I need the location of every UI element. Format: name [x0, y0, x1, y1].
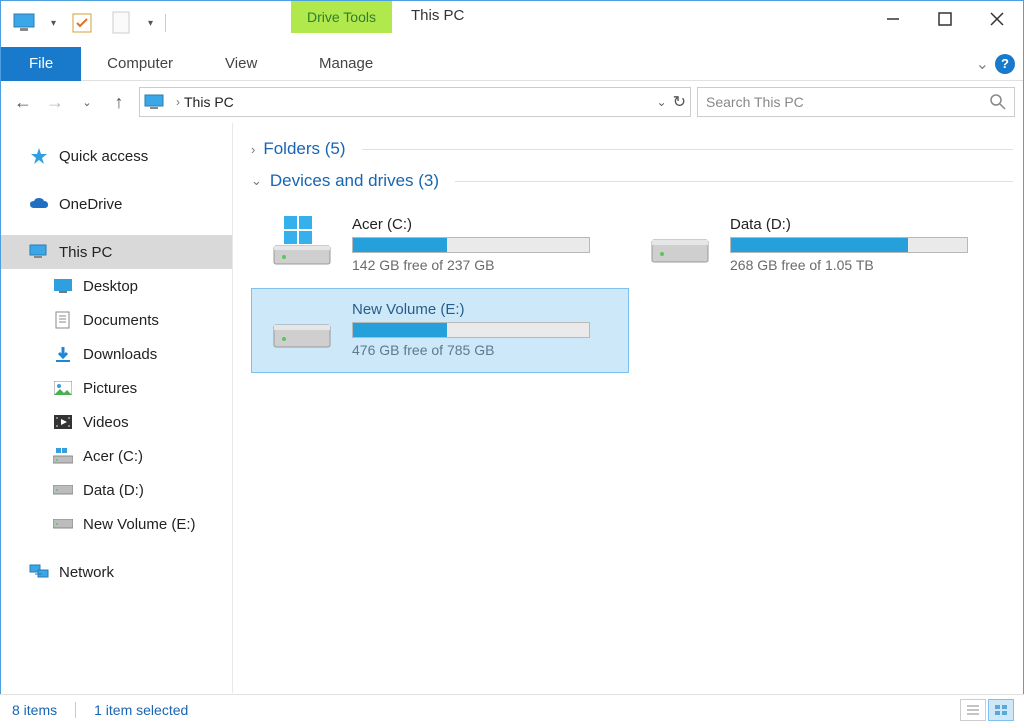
title-bar: ▾ ▾ Drive Tools This PC: [1, 1, 1023, 47]
tab-manage[interactable]: Manage: [291, 47, 401, 81]
section-devices[interactable]: ⌄ Devices and drives (3): [251, 171, 1013, 191]
tree-new-volume-e[interactable]: New Volume (E:): [1, 507, 232, 541]
close-button[interactable]: [971, 1, 1023, 37]
drive-item-e[interactable]: New Volume (E:) 476 GB free of 785 GB: [251, 288, 629, 373]
navigation-bar: ← → ⌄ ↑ › This PC ⌄ ↻ Search This PC: [1, 81, 1023, 123]
search-placeholder: Search This PC: [706, 94, 804, 110]
search-icon[interactable]: [990, 94, 1006, 110]
qat-blank-icon[interactable]: [104, 5, 140, 41]
view-large-icons-button[interactable]: [988, 699, 1014, 721]
window-title: This PC: [411, 7, 464, 24]
tree-network[interactable]: Network: [1, 555, 232, 589]
back-button[interactable]: ←: [9, 88, 37, 116]
tree-pictures[interactable]: Pictures: [1, 371, 232, 405]
qat-separator: [165, 14, 166, 32]
breadcrumb-this-pc[interactable]: This PC: [184, 94, 234, 110]
qat-customize-dropdown[interactable]: ▾: [144, 18, 157, 29]
tree-data-d[interactable]: Data (D:): [1, 473, 232, 507]
tree-videos[interactable]: Videos: [1, 405, 232, 439]
tree-quick-access[interactable]: Quick access: [1, 139, 232, 173]
drive-item-c[interactable]: Acer (C:) 142 GB free of 237 GB: [251, 203, 629, 288]
drive-free-text: 268 GB free of 1.05 TB: [730, 257, 992, 273]
main-body: Quick access OneDrive This PC Desktop Do…: [1, 123, 1023, 693]
os-drive-icon: [53, 447, 73, 465]
drive-name: Acer (C:): [352, 216, 614, 233]
navigation-pane: Quick access OneDrive This PC Desktop Do…: [1, 123, 233, 693]
monitor-icon: [29, 243, 49, 261]
tree-desktop[interactable]: Desktop: [1, 269, 232, 303]
chevron-right-icon: ›: [251, 142, 255, 157]
drive-name: Data (D:): [730, 216, 992, 233]
qat-properties-icon[interactable]: [64, 5, 100, 41]
tab-file[interactable]: File: [1, 47, 81, 81]
qat-monitor-icon[interactable]: [7, 5, 43, 41]
os-drive-large-icon: [270, 216, 334, 268]
address-dropdown-icon[interactable]: ⌄: [657, 95, 667, 109]
address-bar[interactable]: › This PC ⌄ ↻: [139, 87, 691, 117]
status-item-count: 8 items: [12, 702, 57, 718]
status-selection: 1 item selected: [94, 702, 188, 718]
view-details-button[interactable]: [960, 699, 986, 721]
drive-large-icon: [270, 301, 334, 353]
ribbon-collapse-chevron[interactable]: ⌄: [976, 54, 989, 74]
videos-icon: [53, 413, 73, 431]
drive-name: New Volume (E:): [352, 301, 614, 318]
drive-usage-bar: [352, 237, 590, 253]
content-pane: › Folders (5) ⌄ Devices and drives (3): [233, 123, 1023, 693]
desktop-icon: [53, 277, 73, 295]
drive-free-text: 476 GB free of 785 GB: [352, 342, 614, 358]
network-icon: [29, 563, 49, 581]
drive-large-icon: [648, 216, 712, 268]
window-controls: [867, 1, 1023, 37]
downloads-icon: [53, 345, 73, 363]
maximize-button[interactable]: [919, 1, 971, 37]
drive-free-text: 142 GB free of 237 GB: [352, 257, 614, 273]
drive-usage-bar: [730, 237, 968, 253]
status-bar: 8 items 1 item selected: [0, 694, 1024, 724]
contextual-tab-drive-tools: Drive Tools: [291, 1, 392, 33]
tree-acer-c[interactable]: Acer (C:): [1, 439, 232, 473]
chevron-down-icon: ⌄: [251, 173, 262, 189]
breadcrumb-separator[interactable]: ›: [176, 95, 180, 109]
ribbon-tabs: File Computer View Manage ⌄ ?: [1, 47, 1023, 81]
quick-access-toolbar: ▾ ▾: [1, 1, 176, 45]
up-button[interactable]: ↑: [105, 88, 133, 116]
drive-usage-bar: [352, 322, 590, 338]
minimize-button[interactable]: [867, 1, 919, 37]
drive-item-d[interactable]: Data (D:) 268 GB free of 1.05 TB: [629, 203, 1007, 288]
documents-icon: [53, 311, 73, 329]
tree-this-pc[interactable]: This PC: [1, 235, 232, 269]
this-pc-icon: [144, 94, 166, 110]
drive-icon: [53, 481, 73, 499]
tree-onedrive[interactable]: OneDrive: [1, 187, 232, 221]
drives-grid: Acer (C:) 142 GB free of 237 GB Data (D:…: [251, 203, 1013, 373]
search-box[interactable]: Search This PC: [697, 87, 1015, 117]
refresh-button[interactable]: ↻: [673, 92, 686, 112]
cloud-icon: [29, 195, 49, 213]
section-folders[interactable]: › Folders (5): [251, 139, 1013, 159]
star-icon: [29, 147, 49, 165]
drive-icon: [53, 515, 73, 533]
pictures-icon: [53, 379, 73, 397]
tab-view[interactable]: View: [199, 47, 283, 81]
tree-documents[interactable]: Documents: [1, 303, 232, 337]
qat-dropdown-1[interactable]: ▾: [47, 18, 60, 29]
tab-computer[interactable]: Computer: [81, 47, 199, 81]
forward-button[interactable]: →: [41, 88, 69, 116]
tree-downloads[interactable]: Downloads: [1, 337, 232, 371]
recent-locations-dropdown[interactable]: ⌄: [73, 88, 101, 116]
help-button[interactable]: ?: [995, 54, 1015, 74]
